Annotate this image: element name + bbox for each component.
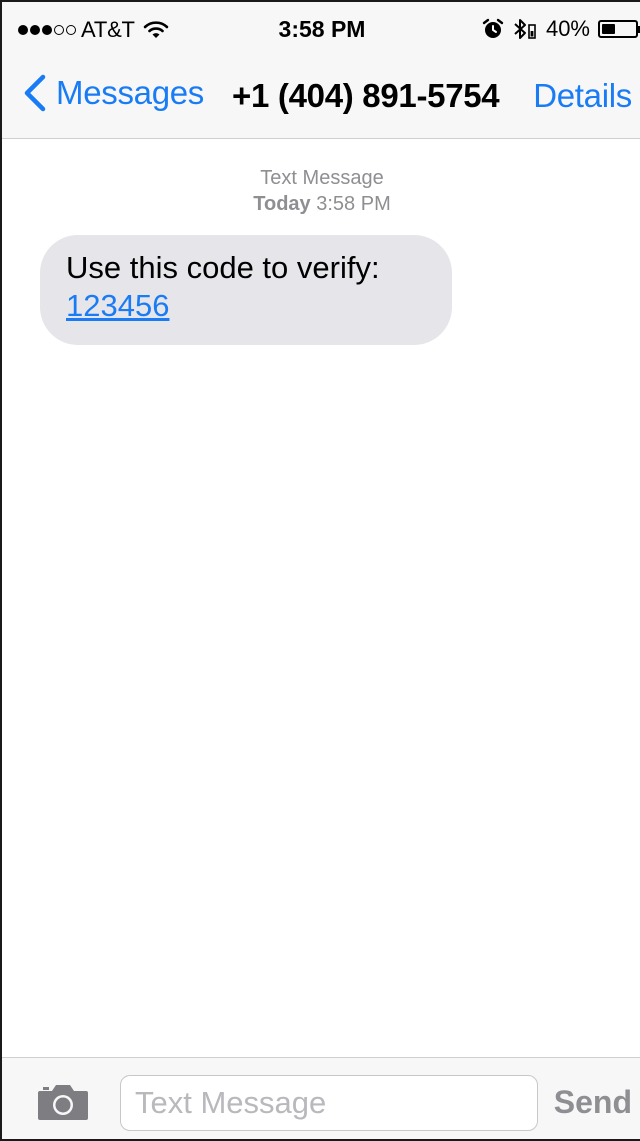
bluetooth-icon xyxy=(514,19,536,39)
status-right: 40% xyxy=(482,16,640,42)
alarm-icon xyxy=(482,18,504,38)
send-button[interactable]: Send xyxy=(554,1084,632,1121)
camera-icon[interactable] xyxy=(36,1082,90,1122)
chevron-left-icon xyxy=(24,74,46,112)
back-button[interactable]: Messages xyxy=(22,73,204,113)
message-type-label: Text Message xyxy=(260,167,384,189)
message-time: 3:58 PM xyxy=(316,193,391,215)
details-button[interactable]: Details xyxy=(533,77,632,115)
message-date: Today 3:58 PM xyxy=(2,191,640,217)
message-day: Today xyxy=(253,193,311,215)
phone-screen: AT&T 3:58 PM 40% Messages +1 (404) 891-5… xyxy=(0,0,640,1141)
battery-percentage: 40% xyxy=(545,16,590,41)
message-composer: Send xyxy=(2,1057,640,1139)
message-timestamp: Text Message Today 3:58 PM xyxy=(2,165,640,217)
message-input[interactable] xyxy=(120,1075,538,1131)
message-text: Use this code to verify: xyxy=(66,250,380,285)
top-bar: AT&T 3:58 PM 40% Messages +1 (404) 891-5… xyxy=(2,2,640,139)
conversation-view[interactable]: Text Message Today 3:58 PM Use this code… xyxy=(2,139,640,1057)
conversation-title: +1 (404) 891-5754 xyxy=(232,77,500,114)
incoming-message-bubble[interactable]: Use this code to verify: 123456 xyxy=(40,235,452,345)
status-bar: AT&T 3:58 PM 40% xyxy=(2,2,640,56)
battery-icon xyxy=(598,20,640,38)
back-button-label: Messages xyxy=(56,74,205,111)
navigation-bar: Messages +1 (404) 891-5754 Details xyxy=(2,56,640,138)
verification-code-link[interactable]: 123456 xyxy=(66,288,169,323)
battery-level-fill xyxy=(602,24,615,34)
